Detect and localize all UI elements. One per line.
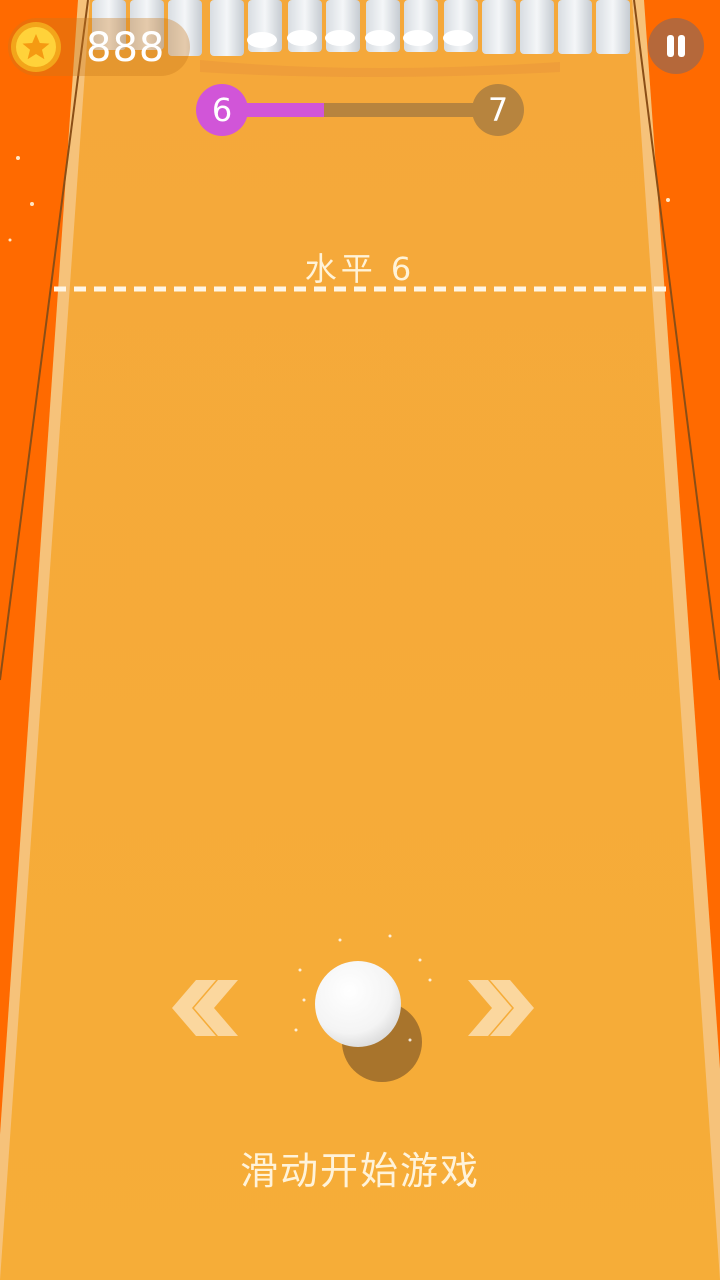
- track-surface: [0, 0, 720, 1280]
- next-level-badge: 7: [472, 84, 524, 136]
- game-scene: [0, 0, 720, 1280]
- progress-fill: [236, 103, 324, 117]
- coin-count: 888: [86, 25, 166, 71]
- double-chevron-right-icon: [468, 980, 534, 1036]
- player-ball[interactable]: [315, 961, 401, 1047]
- gold-star-coin-icon: [11, 22, 61, 72]
- level-label: 水平 6: [304, 250, 416, 288]
- double-chevron-left-icon: [172, 980, 238, 1036]
- current-level-badge: 6: [196, 84, 248, 136]
- pause-button[interactable]: [648, 18, 704, 74]
- swipe-hint: 滑动开始游戏: [239, 1149, 480, 1193]
- level-progress: 6 7: [196, 84, 524, 136]
- pause-icon: [667, 35, 674, 57]
- progress-track: [236, 103, 486, 117]
